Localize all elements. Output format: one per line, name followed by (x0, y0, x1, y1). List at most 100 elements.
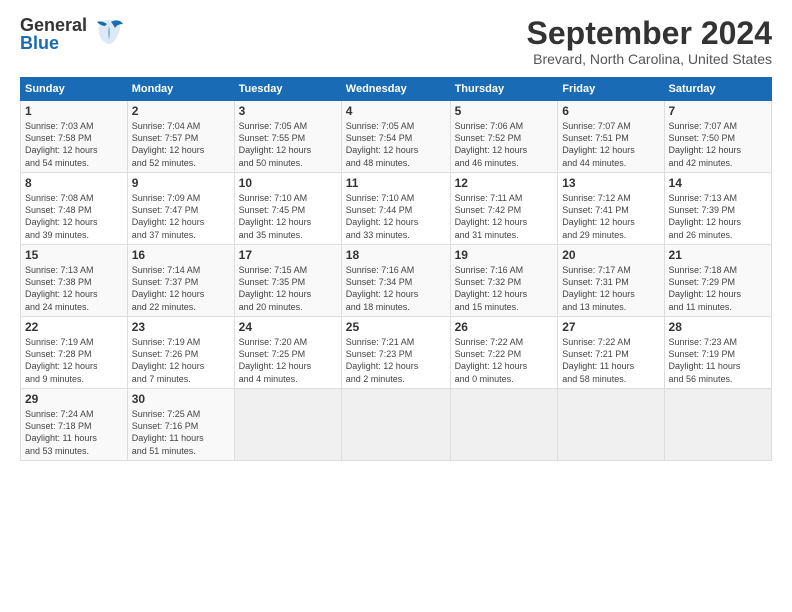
calendar-cell (234, 389, 341, 461)
calendar-cell: 2Sunrise: 7:04 AM Sunset: 7:57 PM Daylig… (127, 101, 234, 173)
calendar-cell (558, 389, 664, 461)
calendar-cell (664, 389, 771, 461)
calendar-cell: 11Sunrise: 7:10 AM Sunset: 7:44 PM Dayli… (341, 173, 450, 245)
day-detail: Sunrise: 7:15 AM Sunset: 7:35 PM Dayligh… (239, 264, 337, 313)
day-number: 21 (669, 248, 767, 262)
day-detail: Sunrise: 7:06 AM Sunset: 7:52 PM Dayligh… (455, 120, 554, 169)
day-detail: Sunrise: 7:22 AM Sunset: 7:21 PM Dayligh… (562, 336, 659, 385)
calendar-cell: 8 Sunrise: 7:08 AM Sunset: 7:48 PM Daylig… (21, 173, 128, 245)
week-row-2: 8 Sunrise: 7:08 AM Sunset: 7:48 PM Daylig… (21, 173, 772, 245)
day-detail: Sunrise: 7:05 AM Sunset: 7:55 PM Dayligh… (239, 120, 337, 169)
col-header-friday: Friday (558, 78, 664, 101)
calendar-cell: 25 Sunrise: 7:21 AM Sunset: 7:23 PM Dayli… (341, 317, 450, 389)
calendar-cell (341, 389, 450, 461)
calendar-cell: 29Sunrise: 7:24 AM Sunset: 7:18 PM Dayli… (21, 389, 128, 461)
day-detail: Sunrise: 7:08 AM Sunset: 7:48 PM Dayligh… (25, 192, 123, 241)
day-detail: Sunrise: 7:10 AM Sunset: 7:44 PM Dayligh… (346, 192, 446, 241)
calendar-cell: 23Sunrise: 7:19 AM Sunset: 7:26 PM Dayli… (127, 317, 234, 389)
day-detail: Sunrise: 7:13 AM Sunset: 7:38 PM Dayligh… (25, 264, 123, 313)
calendar-cell: 18Sunrise: 7:16 AM Sunset: 7:34 PM Dayli… (341, 245, 450, 317)
day-detail: Sunrise: 7:22 AM Sunset: 7:22 PM Dayligh… (455, 336, 554, 385)
week-row-4: 22Sunrise: 7:19 AM Sunset: 7:28 PM Dayli… (21, 317, 772, 389)
day-number: 7 (669, 104, 767, 118)
calendar-cell: 27 Sunrise: 7:22 AM Sunset: 7:21 PM Dayli… (558, 317, 664, 389)
header: General Blue September 2024 Brevard, Nor… (20, 16, 772, 67)
day-number: 22 (25, 320, 123, 334)
col-header-tuesday: Tuesday (234, 78, 341, 101)
day-number: 2 (132, 104, 230, 118)
calendar-cell: 22Sunrise: 7:19 AM Sunset: 7:28 PM Dayli… (21, 317, 128, 389)
calendar-cell: 5 Sunrise: 7:06 AM Sunset: 7:52 PM Daylig… (450, 101, 558, 173)
day-detail: Sunrise: 7:18 AM Sunset: 7:29 PM Dayligh… (669, 264, 767, 313)
day-number: 26 (455, 320, 554, 334)
day-number: 10 (239, 176, 337, 190)
day-number: 16 (132, 248, 230, 262)
day-number: 18 (346, 248, 446, 262)
calendar-cell: 16Sunrise: 7:14 AM Sunset: 7:37 PM Dayli… (127, 245, 234, 317)
day-detail: Sunrise: 7:16 AM Sunset: 7:32 PM Dayligh… (455, 264, 554, 313)
day-detail: Sunrise: 7:24 AM Sunset: 7:18 PM Dayligh… (25, 408, 123, 457)
week-row-3: 15 Sunrise: 7:13 AM Sunset: 7:38 PM Dayli… (21, 245, 772, 317)
day-number: 20 (562, 248, 659, 262)
day-number: 3 (239, 104, 337, 118)
day-number: 19 (455, 248, 554, 262)
day-number: 23 (132, 320, 230, 334)
day-number: 9 (132, 176, 230, 190)
day-detail: Sunrise: 7:20 AM Sunset: 7:25 PM Dayligh… (239, 336, 337, 385)
calendar-cell: 17 Sunrise: 7:15 AM Sunset: 7:35 PM Dayli… (234, 245, 341, 317)
logo-blue: Blue (20, 34, 87, 52)
day-number: 8 (25, 176, 123, 190)
col-header-saturday: Saturday (664, 78, 771, 101)
calendar-cell: 10 Sunrise: 7:10 AM Sunset: 7:45 PM Dayli… (234, 173, 341, 245)
logo: General Blue (20, 16, 127, 52)
day-number: 25 (346, 320, 446, 334)
day-detail: Sunrise: 7:13 AM Sunset: 7:39 PM Dayligh… (669, 192, 767, 241)
calendar-cell: 20 Sunrise: 7:17 AM Sunset: 7:31 PM Dayli… (558, 245, 664, 317)
calendar-cell: 26 Sunrise: 7:22 AM Sunset: 7:22 PM Dayli… (450, 317, 558, 389)
title-block: September 2024 Brevard, North Carolina, … (527, 16, 772, 67)
day-detail: Sunrise: 7:07 AM Sunset: 7:51 PM Dayligh… (562, 120, 659, 169)
day-number: 5 (455, 104, 554, 118)
day-detail: Sunrise: 7:17 AM Sunset: 7:31 PM Dayligh… (562, 264, 659, 313)
day-number: 27 (562, 320, 659, 334)
month-title: September 2024 (527, 16, 772, 51)
calendar-cell: 15 Sunrise: 7:13 AM Sunset: 7:38 PM Dayli… (21, 245, 128, 317)
day-number: 1 (25, 104, 123, 118)
calendar-cell: 7 Sunrise: 7:07 AM Sunset: 7:50 PM Daylig… (664, 101, 771, 173)
week-row-1: 1Sunrise: 7:03 AM Sunset: 7:58 PM Daylig… (21, 101, 772, 173)
day-number: 13 (562, 176, 659, 190)
calendar-cell: 1Sunrise: 7:03 AM Sunset: 7:58 PM Daylig… (21, 101, 128, 173)
day-number: 6 (562, 104, 659, 118)
calendar-cell: 19 Sunrise: 7:16 AM Sunset: 7:32 PM Dayli… (450, 245, 558, 317)
col-header-sunday: Sunday (21, 78, 128, 101)
location: Brevard, North Carolina, United States (527, 51, 772, 67)
day-number: 14 (669, 176, 767, 190)
calendar-cell: 4Sunrise: 7:05 AM Sunset: 7:54 PM Daylig… (341, 101, 450, 173)
calendar-cell: 3 Sunrise: 7:05 AM Sunset: 7:55 PM Daylig… (234, 101, 341, 173)
logo-general: General (20, 16, 87, 34)
calendar-cell: 13 Sunrise: 7:12 AM Sunset: 7:41 PM Dayli… (558, 173, 664, 245)
day-detail: Sunrise: 7:11 AM Sunset: 7:42 PM Dayligh… (455, 192, 554, 241)
day-detail: Sunrise: 7:10 AM Sunset: 7:45 PM Dayligh… (239, 192, 337, 241)
col-header-wednesday: Wednesday (341, 78, 450, 101)
day-number: 15 (25, 248, 123, 262)
calendar-cell: 30Sunrise: 7:25 AM Sunset: 7:16 PM Dayli… (127, 389, 234, 461)
calendar-cell: 9 Sunrise: 7:09 AM Sunset: 7:47 PM Daylig… (127, 173, 234, 245)
day-detail: Sunrise: 7:09 AM Sunset: 7:47 PM Dayligh… (132, 192, 230, 241)
calendar-cell: 21 Sunrise: 7:18 AM Sunset: 7:29 PM Dayli… (664, 245, 771, 317)
page: General Blue September 2024 Brevard, Nor… (0, 0, 792, 612)
column-headers: SundayMondayTuesdayWednesdayThursdayFrid… (21, 78, 772, 101)
calendar-cell: 6 Sunrise: 7:07 AM Sunset: 7:51 PM Daylig… (558, 101, 664, 173)
calendar-cell: 28 Sunrise: 7:23 AM Sunset: 7:19 PM Dayli… (664, 317, 771, 389)
week-row-5: 29Sunrise: 7:24 AM Sunset: 7:18 PM Dayli… (21, 389, 772, 461)
day-number: 17 (239, 248, 337, 262)
day-detail: Sunrise: 7:07 AM Sunset: 7:50 PM Dayligh… (669, 120, 767, 169)
day-detail: Sunrise: 7:21 AM Sunset: 7:23 PM Dayligh… (346, 336, 446, 385)
day-number: 28 (669, 320, 767, 334)
day-detail: Sunrise: 7:12 AM Sunset: 7:41 PM Dayligh… (562, 192, 659, 241)
calendar-cell: 14 Sunrise: 7:13 AM Sunset: 7:39 PM Dayli… (664, 173, 771, 245)
day-detail: Sunrise: 7:05 AM Sunset: 7:54 PM Dayligh… (346, 120, 446, 169)
day-detail: Sunrise: 7:23 AM Sunset: 7:19 PM Dayligh… (669, 336, 767, 385)
calendar-cell: 24Sunrise: 7:20 AM Sunset: 7:25 PM Dayli… (234, 317, 341, 389)
calendar-cell (450, 389, 558, 461)
